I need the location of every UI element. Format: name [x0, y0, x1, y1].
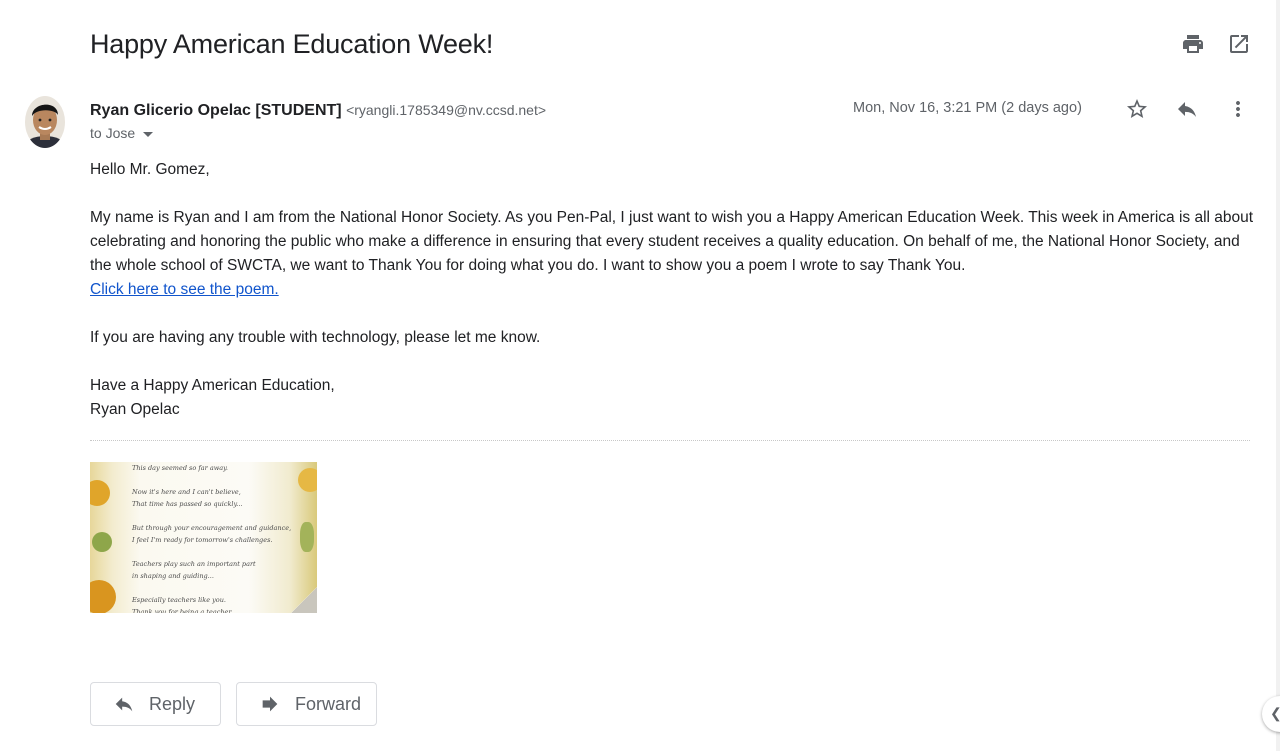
recipient-dropdown[interactable]: to Jose	[90, 125, 154, 141]
email-body: Hello Mr. Gomez, My name is Ryan and I a…	[90, 158, 1255, 422]
divider	[90, 440, 1250, 441]
reply-button[interactable]: Reply	[90, 682, 221, 726]
poem-line	[132, 510, 291, 522]
reply-icon[interactable]	[1175, 97, 1199, 121]
chevron-down-icon[interactable]	[143, 131, 154, 137]
print-icon[interactable]	[1181, 32, 1205, 56]
avatar[interactable]	[25, 96, 65, 148]
poem-line: That time has passed so quickly...	[132, 500, 243, 508]
sender-name[interactable]: Ryan Glicerio Opelac [STUDENT]	[90, 102, 342, 119]
sunflower-decoration	[90, 580, 116, 613]
reply-button-label: Reply	[149, 693, 196, 714]
page-curl-shadow	[291, 587, 317, 613]
leaf-decoration	[300, 522, 314, 552]
closing: Have a Happy American Education,	[90, 377, 335, 394]
poem-line	[132, 546, 291, 558]
forward-button-label: Forward	[295, 693, 362, 714]
poem-line: Thank you for being a teacher.	[132, 608, 233, 613]
sender-email: <ryangli.1785349@nv.ccsd.net>	[346, 102, 547, 118]
scrollbar[interactable]	[1276, 0, 1280, 751]
poem-line	[132, 474, 291, 486]
email-date: Mon, Nov 16, 3:21 PM (2 days ago)	[853, 100, 1082, 116]
body-paragraph: My name is Ryan and I am from the Nation…	[90, 209, 1254, 274]
forward-icon	[262, 696, 278, 712]
open-in-new-icon[interactable]	[1227, 32, 1251, 56]
sender-line: Ryan Glicerio Opelac [STUDENT] <ryangli.…	[90, 99, 546, 122]
poem-line: This day seemed so far away.	[132, 464, 229, 472]
poem-line: in shaping and guiding...	[132, 572, 214, 580]
email-subject: Happy American Education Week!	[90, 29, 494, 59]
greeting: Hello Mr. Gomez,	[90, 161, 210, 178]
poem-line: I feel I'm ready for tomorrow's challeng…	[132, 536, 273, 544]
body-paragraph-2: If you are having any trouble with techn…	[90, 329, 541, 346]
more-vert-icon[interactable]	[1226, 97, 1250, 121]
poem-line	[132, 582, 291, 594]
poem-line: Now it's here and I can't believe,	[132, 488, 241, 496]
sunflower-decoration	[298, 468, 317, 492]
signature: Ryan Opelac	[90, 401, 180, 418]
poem-line: Teachers play such an important part	[132, 560, 256, 568]
poem-text: This day seemed so far away. Now it's he…	[132, 462, 291, 613]
poem-line: Especially teachers like you.	[132, 596, 226, 604]
poem-link[interactable]: Click here to see the poem.	[90, 281, 279, 298]
poem-line: But through your encouragement and guida…	[132, 524, 292, 532]
side-panel-toggle[interactable]: ❮	[1262, 696, 1280, 732]
recipient-label: to Jose	[90, 125, 136, 141]
reply-icon	[115, 697, 133, 712]
poem-image-attachment[interactable]: This day seemed so far away. Now it's he…	[90, 462, 317, 613]
sunflower-decoration	[90, 480, 110, 506]
star-icon[interactable]	[1125, 97, 1149, 121]
chevron-left-icon: ❮	[1270, 705, 1280, 722]
leaf-decoration	[92, 532, 112, 552]
forward-button[interactable]: Forward	[236, 682, 377, 726]
